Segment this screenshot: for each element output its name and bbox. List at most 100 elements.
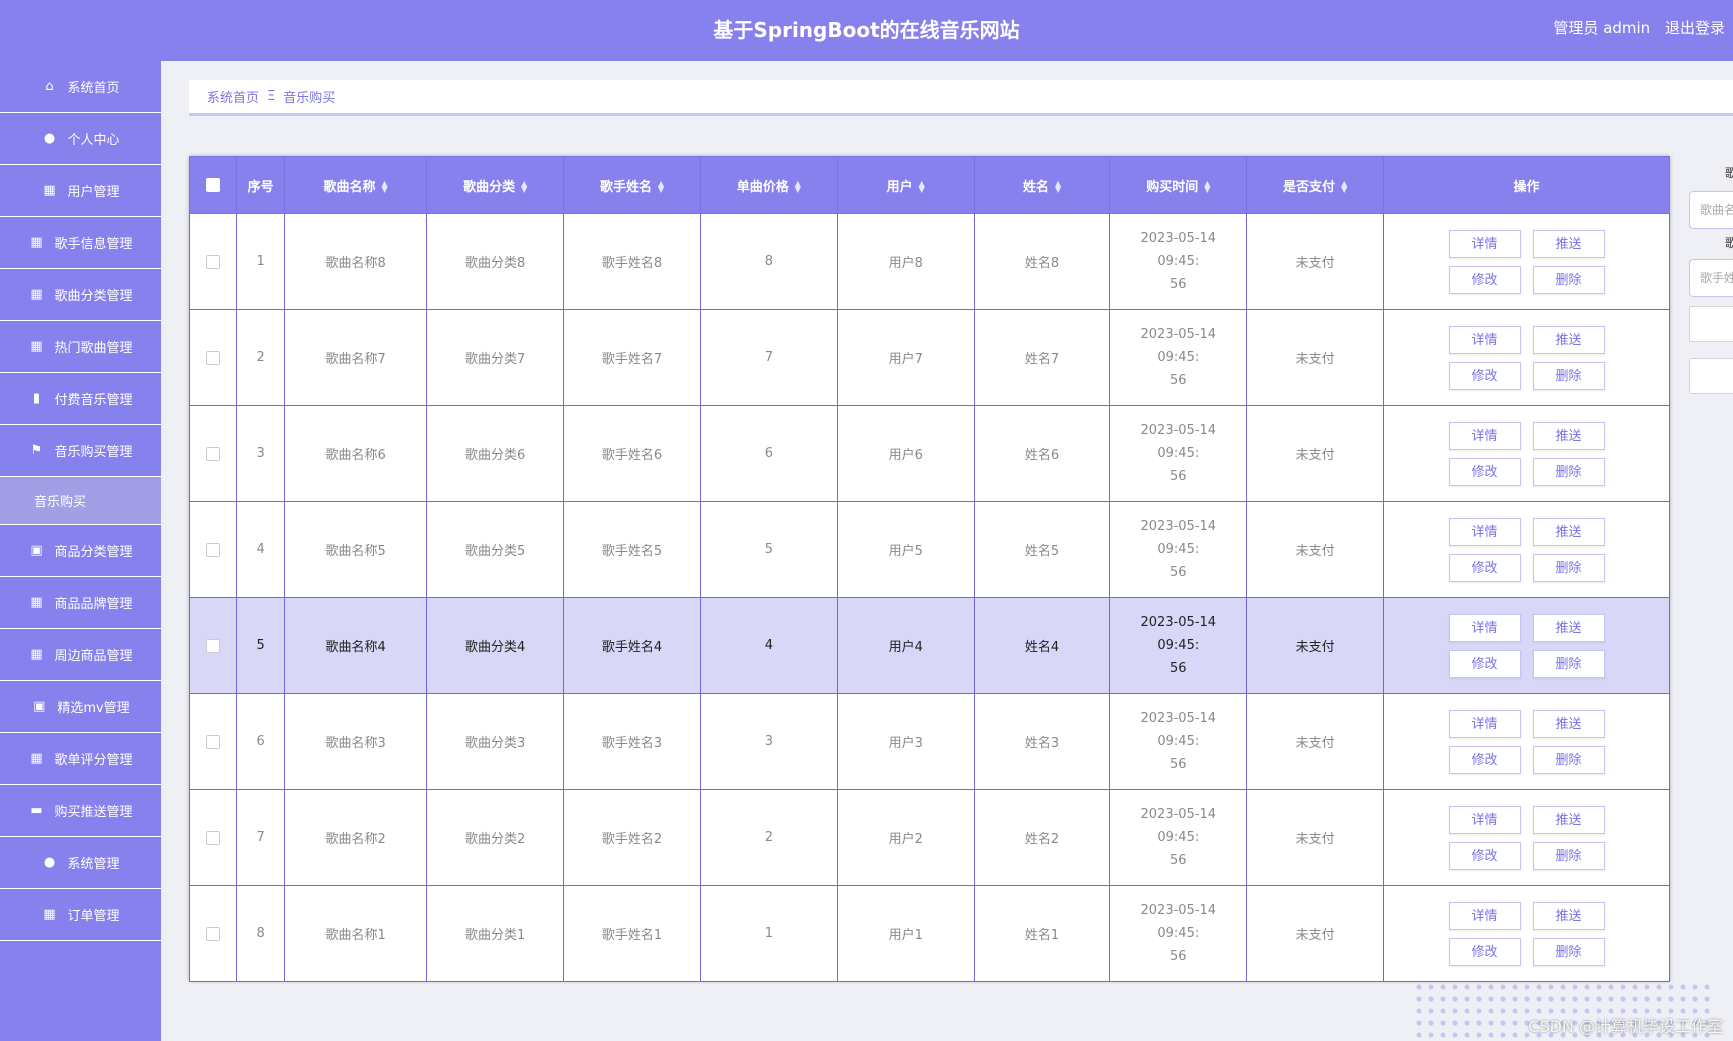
detail-button[interactable]: 详情 bbox=[1448, 325, 1521, 354]
column-header-song-category[interactable]: 歌曲分类 ▲ ▼ bbox=[426, 156, 565, 214]
cell-index: 3 bbox=[236, 405, 285, 502]
select-all-checkbox[interactable] bbox=[206, 178, 221, 192]
push-button[interactable]: 推送 bbox=[1532, 325, 1605, 354]
search-input-song-name[interactable]: 歌曲名 bbox=[1689, 191, 1733, 229]
push-button[interactable]: 推送 bbox=[1532, 709, 1605, 738]
column-header-singer-name[interactable]: 歌手姓名 ▲ ▼ bbox=[563, 156, 701, 214]
sidebar-item-home[interactable]: ⌂ 系统首页 bbox=[0, 61, 161, 113]
detail-button[interactable]: 详情 bbox=[1448, 421, 1521, 450]
sidebar-item-goods-brand-management[interactable]: ▦ 商品品牌管理 bbox=[0, 577, 161, 629]
sidebar-item-personal-center[interactable]: ● 个人中心 bbox=[0, 113, 161, 165]
table-row[interactable]: 5 歌曲名称4 歌曲分类4 歌手姓名4 4 用户4 姓名4 2023-05-14 09:45:… bbox=[188, 597, 1670, 694]
sidebar-subitem-music-purchase[interactable]: 音乐购买 bbox=[0, 477, 161, 525]
sidebar-item-singer-management[interactable]: ▦ 歌手信息管理 bbox=[0, 217, 161, 269]
column-header-paid[interactable]: 是否支付 ▲ ▼ bbox=[1246, 156, 1385, 214]
sort-icon[interactable]: ▲ ▼ bbox=[658, 180, 664, 194]
delete-button[interactable]: 删除 bbox=[1532, 457, 1605, 486]
column-header-user[interactable]: 用户 ▲ ▼ bbox=[836, 156, 975, 214]
row-checkbox[interactable] bbox=[206, 734, 221, 749]
delete-button[interactable]: 删除 bbox=[1532, 745, 1605, 774]
table-row[interactable]: 1 歌曲名称8 歌曲分类8 歌手姓名8 8 用户8 姓名8 2023-05-14 09:45:… bbox=[188, 213, 1670, 310]
row-select-cell[interactable] bbox=[188, 309, 238, 406]
column-header-name[interactable]: 姓名 ▲ ▼ bbox=[973, 156, 1111, 214]
row-checkbox[interactable] bbox=[206, 446, 221, 461]
delete-button[interactable]: 删除 bbox=[1532, 649, 1605, 678]
push-button[interactable]: 推送 bbox=[1532, 805, 1605, 834]
delete-button[interactable]: 删除 bbox=[1532, 265, 1605, 294]
search-input-singer-name[interactable]: 歌手姓 bbox=[1689, 259, 1733, 297]
search-button-box[interactable] bbox=[1689, 358, 1733, 394]
row-select-cell[interactable] bbox=[188, 789, 238, 886]
table-row[interactable]: 7 歌曲名称2 歌曲分类2 歌手姓名2 2 用户2 姓名2 2023-05-14 09:45:… bbox=[188, 789, 1670, 886]
sidebar-item-paid-music-management[interactable]: ▮ 付费音乐管理 bbox=[0, 373, 161, 425]
sidebar-item-goods-category-management[interactable]: ▣ 商品分类管理 bbox=[0, 525, 161, 577]
row-checkbox[interactable] bbox=[206, 830, 221, 845]
row-select-cell[interactable] bbox=[188, 501, 238, 598]
table-row[interactable]: 6 歌曲名称3 歌曲分类3 歌手姓名3 3 用户3 姓名3 2023-05-14 09:45:… bbox=[188, 693, 1670, 790]
column-header-price[interactable]: 单曲价格 ▲ ▼ bbox=[699, 156, 838, 214]
row-select-cell[interactable] bbox=[188, 597, 238, 694]
sidebar-item-music-purchase-management[interactable]: ⚑ 音乐购买管理 bbox=[0, 425, 161, 477]
column-header-purchase-time[interactable]: 购买时间 ▲ ▼ bbox=[1109, 156, 1248, 214]
row-checkbox[interactable] bbox=[206, 926, 221, 941]
row-checkbox[interactable] bbox=[206, 638, 221, 653]
column-header-song-name[interactable]: 歌曲名称 ▲ ▼ bbox=[283, 156, 428, 214]
edit-button[interactable]: 修改 bbox=[1448, 265, 1521, 294]
edit-button[interactable]: 修改 bbox=[1448, 361, 1521, 390]
action-buttons: 详情 推送 修改 删除 bbox=[1407, 898, 1647, 970]
row-checkbox[interactable] bbox=[206, 350, 221, 365]
delete-button[interactable]: 删除 bbox=[1532, 361, 1605, 390]
sidebar-item-song-category-management[interactable]: ▦ 歌曲分类管理 bbox=[0, 269, 161, 321]
row-checkbox[interactable] bbox=[206, 254, 221, 269]
sidebar-item-playlist-rating-management[interactable]: ▦ 歌单评分管理 bbox=[0, 733, 161, 785]
edit-button[interactable]: 修改 bbox=[1448, 937, 1521, 966]
detail-button[interactable]: 详情 bbox=[1448, 901, 1521, 930]
edit-button[interactable]: 修改 bbox=[1448, 457, 1521, 486]
sidebar-item-user-management[interactable]: ▦ 用户管理 bbox=[0, 165, 161, 217]
logout-button[interactable]: 退出登录 bbox=[1665, 19, 1725, 37]
sidebar-item-hot-song-management[interactable]: ▦ 热门歌曲管理 bbox=[0, 321, 161, 373]
sidebar-item-purchase-push-management[interactable]: ▬ 购买推送管理 bbox=[0, 785, 161, 837]
delete-button[interactable]: 删除 bbox=[1532, 553, 1605, 582]
sort-icon[interactable]: ▲ ▼ bbox=[1055, 180, 1061, 194]
push-button[interactable]: 推送 bbox=[1532, 517, 1605, 546]
sort-icon[interactable]: ▲ ▼ bbox=[1204, 180, 1210, 194]
cell-paid-status: 未支付 bbox=[1246, 213, 1385, 310]
push-button[interactable]: 推送 bbox=[1532, 229, 1605, 258]
row-select-cell[interactable] bbox=[188, 693, 238, 790]
sort-icon[interactable]: ▲ ▼ bbox=[382, 180, 388, 194]
sort-icon[interactable]: ▲ ▼ bbox=[1341, 180, 1347, 194]
sidebar-item-system-management[interactable]: ● 系统管理 bbox=[0, 837, 161, 889]
row-select-cell[interactable] bbox=[188, 885, 238, 982]
edit-button[interactable]: 修改 bbox=[1448, 649, 1521, 678]
table-row[interactable]: 2 歌曲名称7 歌曲分类7 歌手姓名7 7 用户7 姓名7 2023-05-14 09:45:… bbox=[188, 309, 1670, 406]
table-row[interactable]: 3 歌曲名称6 歌曲分类6 歌手姓名6 6 用户6 姓名6 2023-05-14 09:45:… bbox=[188, 405, 1670, 502]
sidebar-item-mv-management[interactable]: ▣ 精选mv管理 bbox=[0, 681, 161, 733]
select-all-header[interactable] bbox=[188, 156, 238, 214]
detail-button[interactable]: 详情 bbox=[1448, 613, 1521, 642]
row-select-cell[interactable] bbox=[188, 213, 238, 310]
row-checkbox[interactable] bbox=[206, 542, 221, 557]
sort-icon[interactable]: ▲ ▼ bbox=[919, 180, 925, 194]
push-button[interactable]: 推送 bbox=[1532, 421, 1605, 450]
detail-button[interactable]: 详情 bbox=[1448, 517, 1521, 546]
table-row[interactable]: 4 歌曲名称5 歌曲分类5 歌手姓名5 5 用户5 姓名5 2023-05-14 09:45:… bbox=[188, 501, 1670, 598]
delete-button[interactable]: 删除 bbox=[1532, 937, 1605, 966]
delete-button[interactable]: 删除 bbox=[1532, 841, 1605, 870]
edit-button[interactable]: 修改 bbox=[1448, 553, 1521, 582]
detail-button[interactable]: 详情 bbox=[1448, 805, 1521, 834]
sort-icon[interactable]: ▲ ▼ bbox=[795, 180, 801, 194]
table-row[interactable]: 8 歌曲名称1 歌曲分类1 歌手姓名1 1 用户1 姓名1 2023-05-14 09:45:… bbox=[188, 885, 1670, 982]
detail-button[interactable]: 详情 bbox=[1448, 709, 1521, 738]
sidebar-item-order-management[interactable]: ▦ 订单管理 bbox=[0, 889, 161, 941]
push-button[interactable]: 推送 bbox=[1532, 901, 1605, 930]
search-select-box[interactable] bbox=[1689, 306, 1733, 342]
sort-icon[interactable]: ▲ ▼ bbox=[521, 180, 527, 194]
push-button[interactable]: 推送 bbox=[1532, 613, 1605, 642]
edit-button[interactable]: 修改 bbox=[1448, 841, 1521, 870]
row-select-cell[interactable] bbox=[188, 405, 238, 502]
breadcrumb-home-link[interactable]: 系统首页 bbox=[207, 87, 259, 106]
sidebar-item-merch-management[interactable]: ▦ 周边商品管理 bbox=[0, 629, 161, 681]
edit-button[interactable]: 修改 bbox=[1448, 745, 1521, 774]
detail-button[interactable]: 详情 bbox=[1448, 229, 1521, 258]
